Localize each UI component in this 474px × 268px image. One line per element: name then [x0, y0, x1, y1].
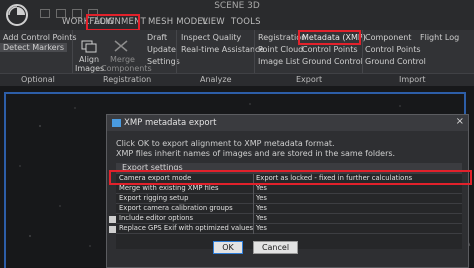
settings-row[interactable]: Merge with existing XMP files Yes	[116, 184, 462, 194]
dialog-title-bar: XMP metadata export ×	[107, 115, 468, 131]
settings-row[interactable]: Replace GPS Exif with optimized values Y…	[109, 224, 462, 234]
export-image-list-button[interactable]: Image List	[258, 57, 300, 66]
settings-row[interactable]: Export rigging setup Yes	[116, 194, 462, 204]
update-button[interactable]: Update	[147, 45, 176, 54]
import-flight-log-button[interactable]: Flight Log	[420, 33, 459, 42]
export-ground-control-button[interactable]: Ground Control	[302, 57, 363, 66]
real-time-assistance-button[interactable]: Real-time Assistance	[181, 45, 264, 54]
merge-label-2[interactable]: Components	[101, 64, 152, 73]
title-bar: SCENE 3D WORKFLOW ALIGNMENT MESH MODEL V…	[0, 0, 474, 30]
export-point-cloud-button[interactable]: Point Cloud	[258, 45, 303, 54]
cancel-button[interactable]: Cancel	[253, 241, 298, 254]
export-control-points-button[interactable]: Control Points	[302, 45, 358, 54]
camera-export-mode-highlight	[109, 170, 472, 185]
setting-value[interactable]: Yes	[256, 194, 267, 202]
detect-markers-button[interactable]: Detect Markers	[0, 43, 68, 52]
group-label-registration: Registration	[103, 75, 152, 84]
settings-row[interactable]: Export camera calibration groups Yes	[116, 204, 462, 214]
import-control-points-button[interactable]: Control Points	[365, 45, 421, 54]
ok-button[interactable]: OK	[213, 241, 243, 254]
settings-row[interactable]: Include editor options Yes	[109, 214, 462, 224]
setting-key: Export rigging setup	[119, 194, 189, 202]
draft-button[interactable]: Draft	[147, 33, 167, 42]
dialog-message-line-1: Click OK to export alignment to XMP meta…	[116, 139, 335, 148]
window-title: SCENE 3D	[214, 1, 260, 11]
group-label-export: Export	[296, 75, 323, 84]
menu-tools[interactable]: TOOLS	[231, 17, 261, 27]
setting-key: Include editor options	[119, 214, 194, 222]
import-ground-control-button[interactable]: Ground Control	[365, 57, 426, 66]
align-images-icon[interactable]	[81, 39, 97, 53]
merge-label-1[interactable]: Merge	[110, 55, 135, 64]
xmp-file-icon	[112, 119, 121, 127]
dialog-title: XMP metadata export	[124, 118, 217, 128]
group-label-optional: Optional	[21, 75, 55, 84]
align-images-label-1[interactable]: Align	[79, 55, 99, 64]
align-images-label-2[interactable]: Images	[75, 64, 104, 73]
settings-button[interactable]: Settings	[147, 57, 180, 66]
column-divider	[253, 204, 254, 214]
column-divider	[253, 194, 254, 204]
setting-value[interactable]: Yes	[256, 184, 267, 192]
column-divider	[253, 224, 254, 234]
setting-key: Merge with existing XMP files	[119, 184, 219, 192]
expand-toggle-icon[interactable]	[109, 226, 116, 233]
import-component-button[interactable]: Component	[365, 33, 411, 42]
setting-value[interactable]: Yes	[256, 224, 267, 232]
expand-toggle-icon[interactable]	[109, 216, 116, 223]
setting-value[interactable]: Yes	[256, 214, 267, 222]
group-label-analyze: Analyze	[200, 75, 232, 84]
group-label-import: Import	[399, 75, 426, 84]
column-divider	[253, 214, 254, 224]
column-divider	[253, 184, 254, 194]
add-control-points-button[interactable]: Add Control Points	[3, 33, 77, 42]
metadata-xmp-highlight	[298, 30, 361, 45]
alignment-tab-highlight	[86, 14, 140, 31]
menu-mesh-model[interactable]: MESH MODEL	[148, 17, 208, 27]
menu-view[interactable]: VIEW	[202, 17, 225, 27]
dialog-message-line-2: XMP files inherit names of images and ar…	[116, 149, 396, 158]
xmp-export-dialog: XMP metadata export × Click OK to export…	[106, 114, 469, 268]
setting-key: Export camera calibration groups	[119, 204, 233, 212]
merge-components-icon[interactable]	[113, 39, 129, 53]
close-icon[interactable]: ×	[456, 116, 464, 127]
setting-key: Replace GPS Exif with optimized values	[119, 224, 254, 232]
setting-value[interactable]: Yes	[256, 204, 267, 212]
inspect-quality-button[interactable]: Inspect Quality	[181, 33, 241, 42]
